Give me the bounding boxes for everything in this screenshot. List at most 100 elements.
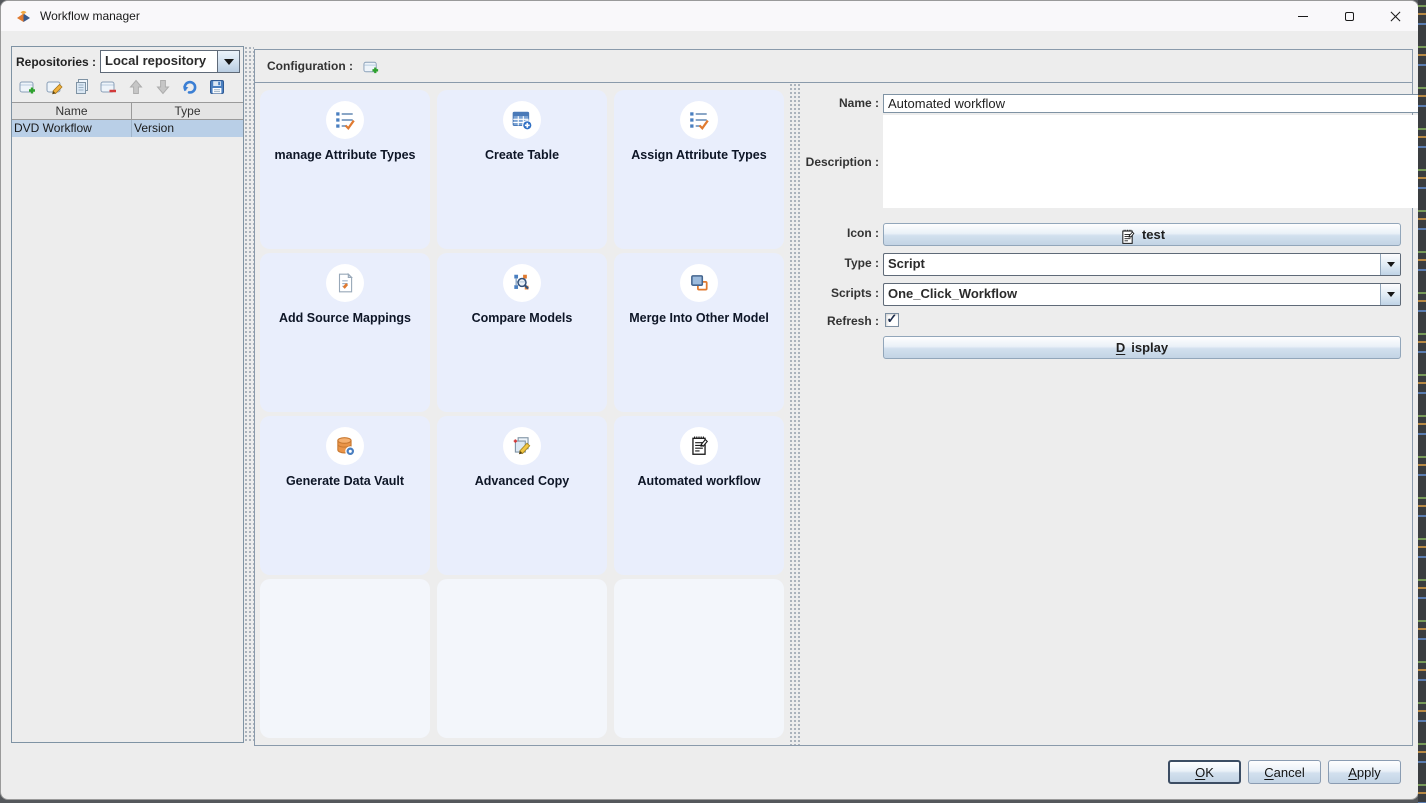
card-label: Merge Into Other Model	[614, 311, 784, 325]
chevron-down-icon	[224, 59, 234, 65]
background-app-strip	[1418, 0, 1426, 803]
scripts-dropdown-button[interactable]	[1380, 284, 1400, 305]
minimize-button[interactable]	[1280, 1, 1326, 31]
refresh-button[interactable]	[180, 79, 200, 99]
script-icon	[680, 427, 718, 465]
card-label: Create Table	[437, 148, 607, 162]
row-name-cell: DVD Workflow	[12, 120, 132, 137]
data-vault-icon	[326, 427, 364, 465]
list-check-icon	[680, 101, 718, 139]
repositories-panel: Repositories : Local repository Name Typ…	[11, 46, 244, 743]
remove-card-icon	[100, 78, 118, 101]
description-label: Description :	[801, 155, 879, 169]
dialog-button-bar: OK Cancel Apply	[1168, 760, 1401, 784]
maximize-icon	[1345, 12, 1354, 21]
app-icon	[15, 8, 32, 25]
configuration-area: Configuration : manage Attribute Types Cr…	[254, 49, 1413, 746]
card-label: Compare Models	[437, 311, 607, 325]
scripts-select[interactable]: One_Click_Workflow	[883, 283, 1401, 306]
copy-edit-icon	[503, 427, 541, 465]
icon-label: Icon :	[801, 226, 879, 240]
chevron-down-icon	[1387, 292, 1395, 297]
repository-table: Name Type DVD Workflow Version	[12, 102, 243, 137]
table-header: Name Type	[12, 102, 243, 120]
icon-button[interactable]: test	[883, 223, 1401, 246]
merge-icon	[680, 264, 718, 302]
type-selected-value: Script	[884, 254, 1380, 275]
add-configuration-button[interactable]	[363, 58, 380, 75]
left-splitter[interactable]	[244, 46, 254, 743]
empty-card	[614, 579, 784, 738]
save-button[interactable]	[207, 79, 227, 99]
row-type-cell: Version	[132, 120, 243, 137]
copy-icon	[73, 78, 91, 101]
configuration-header: Configuration :	[255, 50, 1412, 83]
edit-repository-button[interactable]	[45, 79, 65, 99]
list-check-icon	[326, 101, 364, 139]
titlebar: Workflow manager	[1, 1, 1418, 31]
workflow-card[interactable]: Generate Data Vault	[260, 416, 430, 575]
table-row[interactable]: DVD Workflow Version	[12, 120, 243, 137]
remove-repository-button[interactable]	[99, 79, 119, 99]
refresh-checkbox[interactable]: ✓	[885, 313, 899, 327]
workflow-card[interactable]: manage Attribute Types	[260, 90, 430, 249]
display-button[interactable]: Display	[883, 336, 1401, 359]
ok-button[interactable]: OK	[1168, 760, 1241, 784]
compare-icon	[503, 264, 541, 302]
workflow-card[interactable]: Assign Attribute Types	[614, 90, 784, 249]
add-repository-button[interactable]	[18, 79, 38, 99]
workflow-card[interactable]: Automated workflow	[614, 416, 784, 575]
name-input[interactable]	[883, 94, 1419, 113]
repository-selected-value: Local repository	[101, 51, 217, 72]
copy-repository-button[interactable]	[72, 79, 92, 99]
move-down-button[interactable]	[153, 79, 173, 99]
repository-select[interactable]: Local repository	[100, 50, 240, 73]
workflow-card[interactable]: Advanced Copy	[437, 416, 607, 575]
move-up-button[interactable]	[126, 79, 146, 99]
scripts-label: Scripts :	[801, 286, 879, 300]
card-label: Assign Attribute Types	[614, 148, 784, 162]
workflow-manager-window: Workflow manager Repositories : Local re…	[0, 0, 1419, 800]
arrow-down-icon	[154, 78, 172, 101]
workflow-card[interactable]: Compare Models	[437, 253, 607, 412]
card-label: Automated workflow	[614, 474, 784, 488]
repositories-label: Repositories :	[16, 55, 96, 69]
maximize-button[interactable]	[1326, 1, 1372, 31]
empty-card	[260, 579, 430, 738]
description-textarea[interactable]	[883, 115, 1419, 208]
type-dropdown-button[interactable]	[1380, 254, 1400, 275]
repository-dropdown-button[interactable]	[217, 51, 239, 72]
check-icon: ✓	[887, 314, 898, 324]
minimize-icon	[1298, 16, 1308, 17]
script-icon	[1119, 226, 1136, 243]
apply-button[interactable]: Apply	[1328, 760, 1401, 784]
cancel-button[interactable]: Cancel	[1248, 760, 1321, 784]
empty-card	[437, 579, 607, 738]
document-icon	[326, 264, 364, 302]
workflow-card[interactable]: Add Source Mappings	[260, 253, 430, 412]
column-header-name[interactable]: Name	[12, 103, 132, 119]
chevron-down-icon	[1387, 262, 1395, 267]
type-label: Type :	[801, 256, 879, 270]
workflow-card[interactable]: Merge Into Other Model	[614, 253, 784, 412]
repository-toolbar	[12, 75, 243, 102]
configuration-label: Configuration :	[267, 59, 353, 73]
close-button[interactable]	[1372, 1, 1418, 31]
icon-button-text: test	[1142, 227, 1165, 242]
refresh-icon	[181, 78, 199, 101]
table-add-icon	[503, 101, 541, 139]
close-icon	[1390, 11, 1401, 22]
card-label: Advanced Copy	[437, 474, 607, 488]
refresh-label: Refresh :	[801, 314, 879, 328]
scripts-selected-value: One_Click_Workflow	[884, 284, 1380, 305]
workflow-card[interactable]: Create Table	[437, 90, 607, 249]
save-icon	[208, 78, 226, 101]
center-splitter[interactable]	[789, 83, 801, 745]
edit-card-icon	[46, 78, 64, 101]
arrow-up-icon	[127, 78, 145, 101]
type-select[interactable]: Script	[883, 253, 1401, 276]
column-header-type[interactable]: Type	[132, 103, 243, 119]
card-label: Add Source Mappings	[260, 311, 430, 325]
workflow-cards-panel: manage Attribute Types Create Table Assign…	[255, 83, 789, 745]
card-label: Generate Data Vault	[260, 474, 430, 488]
